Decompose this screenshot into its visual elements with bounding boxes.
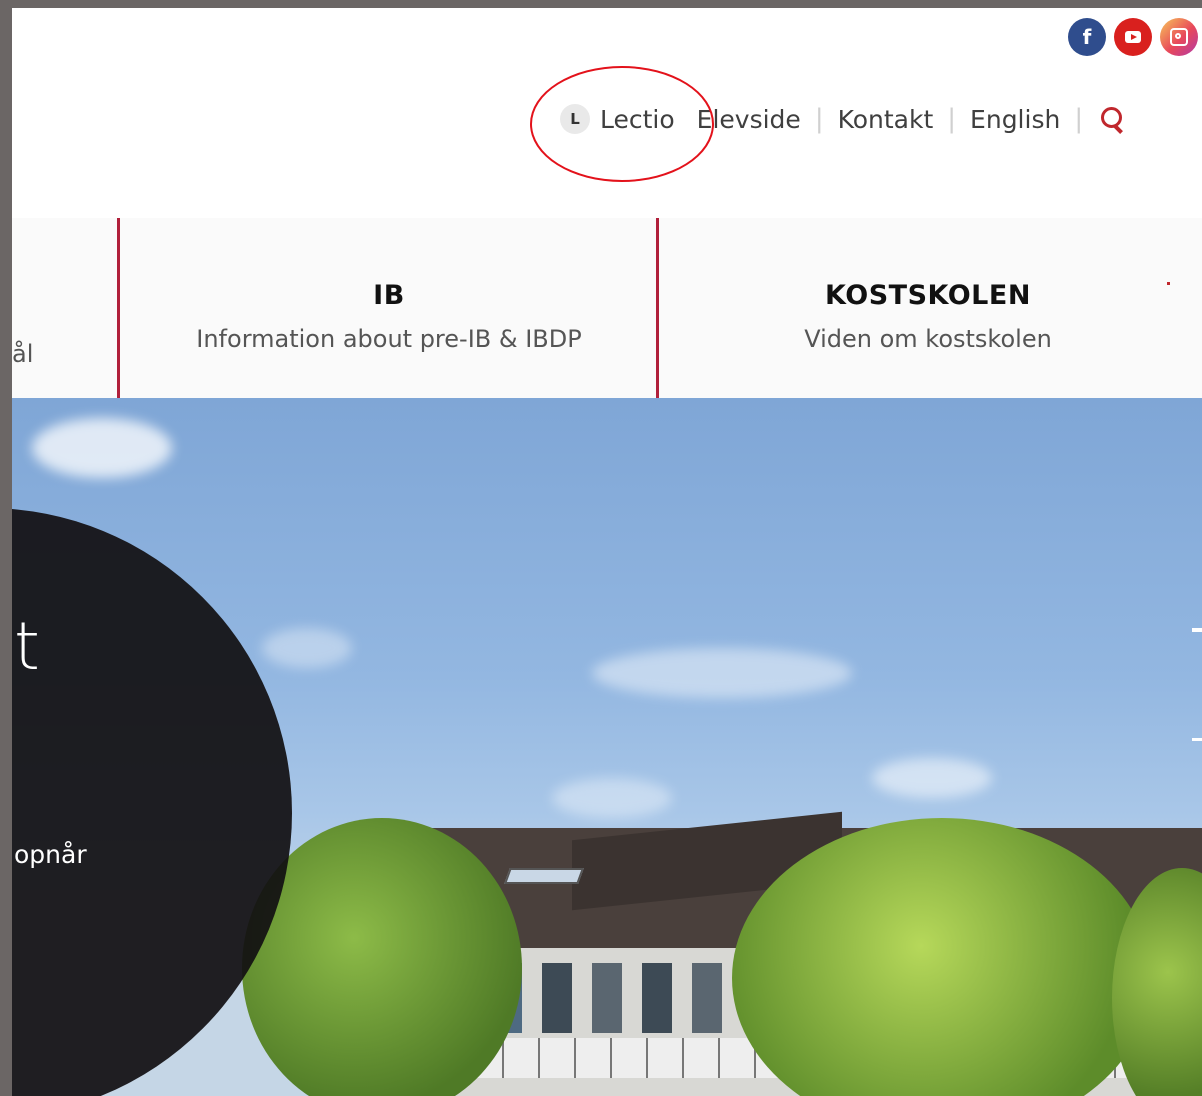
building-window (642, 963, 672, 1033)
nav-item-kostskolen-title: KOSTSKOLEN (825, 280, 1031, 311)
building-window (692, 963, 722, 1033)
separator: | (814, 104, 824, 134)
page-frame: f L Lectio Elevside | Kontakt | English … (12, 8, 1202, 1096)
cloud (872, 758, 992, 798)
youtube-play-shape (1125, 31, 1141, 43)
kontakt-link[interactable]: Kontakt (838, 105, 934, 134)
hero-image: t opnår (12, 398, 1202, 1096)
nav-item-kostskolen[interactable]: KOSTSKOLEN Viden om kostskolen (659, 218, 1197, 398)
search-icon-ring (1101, 107, 1123, 128)
instagram-camera-shape (1170, 28, 1188, 46)
social-links: f (1068, 18, 1198, 56)
decor-streak (1192, 738, 1202, 741)
hero-subtext: opnår (14, 840, 87, 869)
skylight (504, 868, 584, 884)
decor-streak (1192, 628, 1202, 632)
facebook-glyph: f (1082, 25, 1092, 49)
facebook-icon[interactable]: f (1068, 18, 1106, 56)
building-window (592, 963, 622, 1033)
youtube-icon[interactable] (1114, 18, 1152, 56)
cloud (262, 628, 352, 668)
nav-item-ib-subtitle: Information about pre-IB & IBDP (196, 325, 582, 353)
nav-item-cut-text: ål (12, 340, 34, 368)
nav-dot (1167, 282, 1170, 285)
separator: | (947, 104, 957, 134)
cloud (32, 418, 172, 478)
nav-item-ib-title: IB (373, 280, 405, 311)
separator: | (1074, 104, 1084, 134)
cloud (592, 648, 852, 698)
instagram-icon[interactable] (1160, 18, 1198, 56)
hero-heading: t (14, 608, 40, 685)
nav-item-kostskolen-subtitle: Viden om kostskolen (804, 325, 1052, 353)
search-icon[interactable] (1099, 106, 1125, 134)
english-link[interactable]: English (970, 105, 1060, 134)
annotation-circle (530, 66, 714, 182)
building-window (542, 963, 572, 1033)
nav-band: ål IB Information about pre-IB & IBDP KO… (12, 218, 1202, 398)
search-icon-handle (1113, 124, 1124, 134)
cloud (552, 778, 672, 818)
nav-item-ib[interactable]: IB Information about pre-IB & IBDP (120, 218, 658, 398)
